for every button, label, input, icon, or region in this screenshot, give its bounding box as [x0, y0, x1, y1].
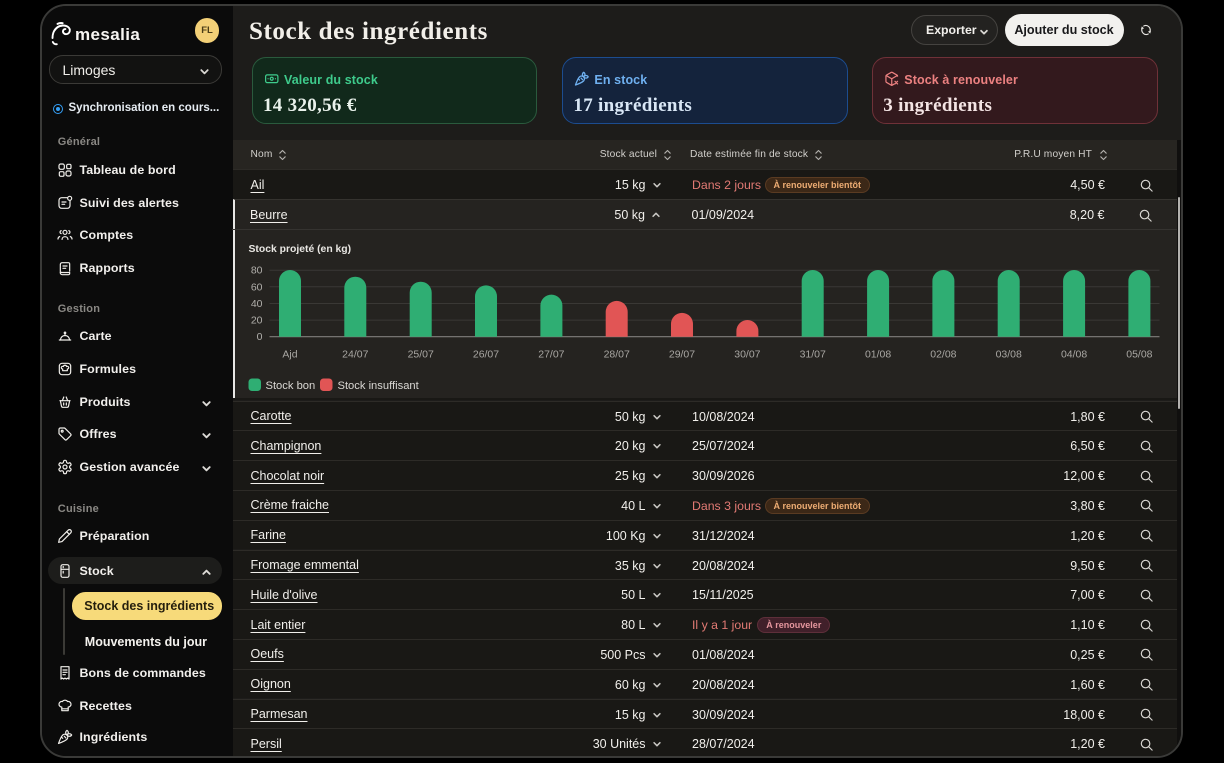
svg-text:01/08: 01/08: [865, 349, 891, 360]
svg-text:Stock bon: Stock bon: [265, 379, 315, 391]
svg-text:Stock insuffisant: Stock insuffisant: [337, 379, 419, 391]
svg-text:25/07: 25/07: [408, 349, 434, 360]
svg-text:Stock projeté (en kg): Stock projeté (en kg): [248, 244, 351, 255]
svg-text:05/08: 05/08: [1126, 349, 1152, 360]
svg-text:40: 40: [251, 299, 263, 310]
svg-text:20: 20: [251, 315, 263, 326]
svg-text:80: 80: [251, 265, 263, 276]
svg-text:24/07: 24/07: [342, 349, 368, 360]
svg-text:04/08: 04/08: [1061, 349, 1087, 360]
svg-text:60: 60: [251, 282, 263, 293]
svg-text:03/08: 03/08: [996, 349, 1022, 360]
svg-text:26/07: 26/07: [473, 349, 499, 360]
svg-text:29/07: 29/07: [669, 349, 695, 360]
svg-text:0: 0: [257, 332, 263, 343]
svg-text:30/07: 30/07: [734, 349, 760, 360]
svg-text:27/07: 27/07: [538, 349, 564, 360]
svg-text:Ajd: Ajd: [282, 349, 297, 360]
svg-text:02/08: 02/08: [930, 349, 956, 360]
svg-text:28/07: 28/07: [604, 349, 630, 360]
svg-text:31/07: 31/07: [800, 349, 826, 360]
